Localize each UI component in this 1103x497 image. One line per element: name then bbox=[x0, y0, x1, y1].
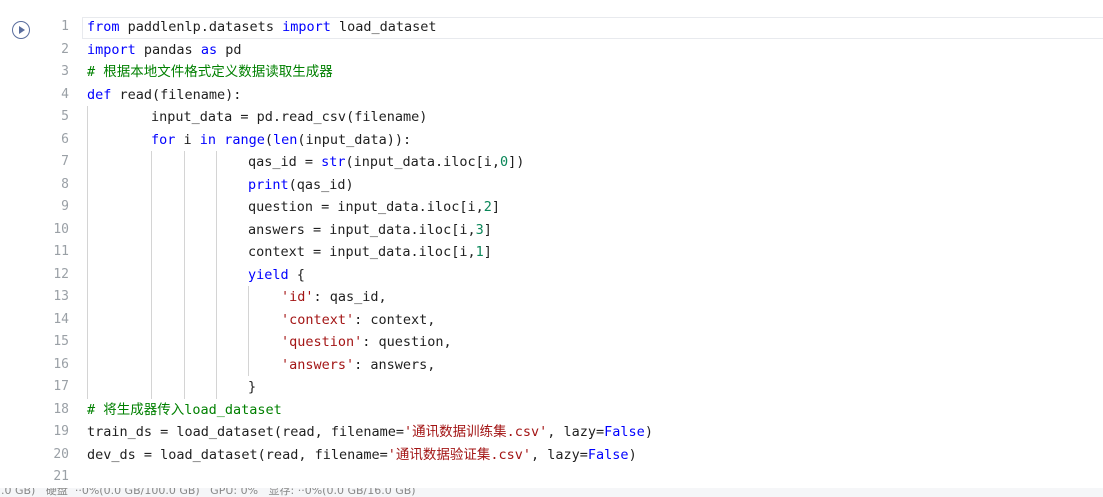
indent-guide bbox=[151, 353, 152, 376]
indent-guide bbox=[151, 218, 152, 241]
indent-guide bbox=[248, 286, 249, 309]
indent-guide bbox=[184, 173, 185, 196]
status-bar: 2.0 GB) 硬盘 ··0%(0.0 GB/100.0 GB) GPU: 0%… bbox=[0, 488, 1103, 497]
indent-guide bbox=[184, 286, 185, 309]
indent-guide bbox=[216, 376, 217, 399]
line-number: 5 bbox=[61, 109, 69, 124]
code-line[interactable]: for i in range(len(input_data)): bbox=[151, 129, 411, 152]
line-number: 6 bbox=[61, 131, 69, 147]
indent-guide bbox=[151, 241, 152, 264]
code-editor[interactable]: 1 from paddlenlp.datasets import load_dat… bbox=[45, 16, 1103, 488]
indent-guide bbox=[184, 353, 185, 376]
code-line[interactable]: 'id': qas_id, bbox=[281, 286, 387, 309]
line-number: 21 bbox=[53, 469, 69, 484]
code-line[interactable]: input_data = pd.read_csv(filename) bbox=[151, 106, 427, 129]
code-line[interactable]: context = input_data.iloc[i,1] bbox=[248, 241, 492, 264]
indent-guide bbox=[87, 196, 88, 219]
indent-guide bbox=[87, 353, 88, 376]
line-number: 9 bbox=[61, 199, 69, 214]
indent-guide bbox=[151, 263, 152, 286]
code-line[interactable]: 'question': question, bbox=[281, 331, 452, 354]
indent-guide bbox=[216, 331, 217, 354]
line-number: 2 bbox=[61, 41, 69, 57]
indent-guide bbox=[87, 151, 88, 174]
indent-guide bbox=[216, 263, 217, 286]
indent-guide bbox=[87, 308, 88, 331]
indent-guide bbox=[216, 173, 217, 196]
code-line[interactable]: qas_id = str(input_data.iloc[i,0]) bbox=[248, 151, 524, 174]
line-number: 14 bbox=[53, 311, 69, 327]
code-line[interactable]: yield { bbox=[248, 264, 305, 287]
indent-guide bbox=[151, 286, 152, 309]
indent-guide bbox=[216, 353, 217, 376]
indent-guide bbox=[184, 331, 185, 354]
indent-guide bbox=[216, 308, 217, 331]
line-number: 15 bbox=[53, 334, 69, 349]
code-line[interactable]: answers = input_data.iloc[i,3] bbox=[248, 219, 492, 242]
indent-guide bbox=[216, 151, 217, 174]
indent-guide bbox=[216, 218, 217, 241]
indent-guide bbox=[248, 308, 249, 331]
indent-guide bbox=[184, 241, 185, 264]
code-line[interactable]: # 将生成器传入load_dataset bbox=[87, 399, 282, 422]
indent-guide bbox=[151, 308, 152, 331]
indent-guide bbox=[151, 376, 152, 399]
code-line[interactable]: train_ds = load_dataset(read, filename='… bbox=[87, 421, 653, 444]
code-line[interactable]: def read(filename): bbox=[87, 84, 241, 107]
indent-guide bbox=[151, 196, 152, 219]
line-number: 10 bbox=[53, 221, 69, 237]
indent-guide bbox=[216, 286, 217, 309]
indent-guide bbox=[87, 263, 88, 286]
indent-guide bbox=[87, 241, 88, 264]
indent-guide bbox=[87, 218, 88, 241]
code-line[interactable]: from paddlenlp.datasets import load_data… bbox=[87, 16, 437, 39]
code-line[interactable]: import pandas as pd bbox=[87, 39, 241, 62]
code-line[interactable]: print(qas_id) bbox=[248, 174, 354, 197]
line-number: 1 bbox=[61, 19, 69, 34]
line-number: 11 bbox=[53, 244, 69, 259]
code-line[interactable]: question = input_data.iloc[i,2] bbox=[248, 196, 500, 219]
indent-guide bbox=[151, 331, 152, 354]
indent-guide bbox=[184, 218, 185, 241]
line-number: 16 bbox=[53, 356, 69, 372]
line-number: 13 bbox=[53, 289, 69, 304]
indent-guide bbox=[184, 263, 185, 286]
line-number: 12 bbox=[53, 266, 69, 282]
indent-guide bbox=[216, 196, 217, 219]
status-text: 2.0 GB) 硬盘 ··0%(0.0 GB/100.0 GB) GPU: 0%… bbox=[0, 488, 416, 497]
indent-guide bbox=[184, 308, 185, 331]
code-line[interactable]: } bbox=[248, 376, 256, 399]
line-number: 4 bbox=[61, 86, 69, 102]
code-line[interactable]: 'context': context, bbox=[281, 309, 435, 332]
line-number: 3 bbox=[61, 64, 69, 79]
indent-guide bbox=[184, 151, 185, 174]
code-line[interactable]: dev_ds = load_dataset(read, filename='通讯… bbox=[87, 444, 637, 467]
line-number: 17 bbox=[53, 379, 69, 394]
code-cell[interactable]: 1 from paddlenlp.datasets import load_dat… bbox=[0, 0, 1103, 487]
indent-guide bbox=[248, 331, 249, 354]
indent-guide bbox=[87, 331, 88, 354]
line-number: 18 bbox=[53, 401, 69, 417]
line-number: 19 bbox=[53, 424, 69, 439]
run-cell-icon[interactable] bbox=[12, 21, 30, 39]
indent-guide bbox=[151, 151, 152, 174]
indent-guide bbox=[87, 173, 88, 196]
indent-guide bbox=[184, 196, 185, 219]
indent-guide bbox=[151, 173, 152, 196]
indent-guide bbox=[248, 353, 249, 376]
indent-guide bbox=[87, 286, 88, 309]
indent-guide bbox=[87, 376, 88, 399]
indent-guide bbox=[87, 106, 88, 129]
line-number: 8 bbox=[61, 176, 69, 192]
indent-guide bbox=[87, 128, 88, 151]
line-number: 7 bbox=[61, 154, 69, 169]
code-line[interactable]: 'answers': answers, bbox=[281, 354, 435, 377]
code-line[interactable]: # 根据本地文件格式定义数据读取生成器 bbox=[87, 61, 333, 84]
indent-guide bbox=[216, 241, 217, 264]
line-number: 20 bbox=[53, 446, 69, 462]
indent-guide bbox=[184, 376, 185, 399]
